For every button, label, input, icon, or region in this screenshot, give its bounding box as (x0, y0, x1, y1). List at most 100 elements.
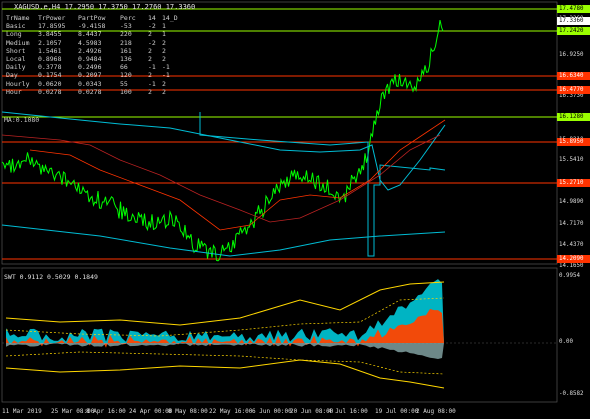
table-cell: Local (6, 55, 26, 64)
table-cell: -1 (162, 71, 170, 80)
table-cell: 2 (148, 87, 152, 96)
price-level-tag: 16.6340 (557, 72, 590, 80)
table-cell: 66 (120, 63, 128, 72)
table-cell: 2 (162, 38, 166, 47)
table-cell: 0.2097 (78, 71, 102, 80)
table-cell: 136 (120, 55, 132, 64)
price-level-tag: 16.1280 (557, 113, 590, 121)
table-cell: 2 (162, 55, 166, 64)
table-cell: 100 (120, 87, 132, 96)
table-cell: 1 (162, 30, 166, 39)
table-cell: 0.9484 (78, 55, 102, 64)
table-cell: Hour (6, 87, 22, 96)
table-cell: 2 (162, 46, 166, 55)
table-cell: Basic (6, 22, 26, 31)
table-cell: Daily (6, 63, 26, 72)
price-level-tag: 16.4770 (557, 86, 590, 94)
table-cell: 2 (148, 46, 152, 55)
time-tick: 20 Jun 08:00 (290, 408, 334, 415)
table-row: Daily 0.3778 0.2496 66 -1 -1 (6, 63, 172, 71)
swt-tick: 0.9954 (559, 273, 580, 279)
table-row: Local 0.8968 0.9484 136 2 2 (6, 55, 172, 63)
indicator-table: TrName TrPower PartPow Perc 14 14_D Basic 17.85… (6, 14, 178, 96)
table-cell: 2 (148, 30, 152, 39)
table-cell: 161 (120, 46, 132, 55)
price-tick: 15.5410 (559, 157, 584, 163)
price-level-tag: 15.8950 (557, 138, 590, 146)
table-cell: -2 (148, 38, 156, 47)
price-tick: 14.1650 (559, 263, 584, 269)
time-tick: 6 Jun 00:00 (252, 408, 292, 415)
table-cell: -2 (148, 22, 156, 31)
table-cell: 17.8595 (38, 22, 66, 31)
table-cell: 0.0620 (38, 79, 62, 88)
time-tick: 8 May 08:00 (168, 408, 208, 415)
price-tick: 14.7170 (559, 221, 584, 227)
table-cell: -53 (120, 22, 132, 31)
time-tick: 2 Aug 08:00 (416, 408, 456, 415)
table-cell: 8.4437 (78, 30, 102, 39)
swt-tick: -0.8582 (559, 391, 584, 397)
table-cell: 0.1754 (38, 71, 62, 80)
table-cell: 4.5983 (78, 38, 102, 47)
price-level-tag: 17.3360 (557, 17, 590, 25)
table-cell: 2 (148, 71, 152, 80)
table-header: TrPower (38, 14, 66, 22)
swt-tick: 0.00 (559, 339, 573, 345)
price-tick: 14.4370 (559, 242, 584, 248)
ma-label: MA:0.1080 (4, 116, 40, 124)
time-tick: 22 May 16:00 (209, 408, 253, 415)
table-cell: Day (6, 71, 18, 80)
time-tick: 8 Apr 16:00 (86, 408, 126, 415)
swt-title: SWT 0.9112 0.5029 0.1849 (4, 273, 98, 281)
price-tick: 14.9890 (559, 199, 584, 205)
table-cell: 2.4926 (78, 46, 102, 55)
table-cell: Short (6, 46, 26, 55)
table-row: Day 0.1754 0.2097 120 2 -1 (6, 71, 172, 79)
price-level-tag: 17.2420 (557, 27, 590, 35)
table-cell: 55 (120, 79, 128, 88)
table-cell: 2.1057 (38, 38, 62, 47)
table-row: Long 3.8455 8.4437 220 2 1 (6, 30, 172, 38)
table-cell: -1 (148, 63, 156, 72)
price-level-tag: 17.4780 (557, 5, 590, 13)
table-cell: Long (6, 30, 22, 39)
time-tick: 4 Jul 16:00 (328, 408, 368, 415)
table-header: PartPow (78, 14, 106, 22)
table-cell: 220 (120, 30, 132, 39)
table-cell: 0.0278 (38, 87, 62, 96)
table-row: Short 1.5461 2.4926 161 2 2 (6, 47, 172, 55)
table-cell: 120 (120, 71, 132, 80)
table-cell: Hourly (6, 79, 30, 88)
table-cell: 218 (120, 38, 132, 47)
table-cell: Medium (6, 38, 30, 47)
time-tick: 11 Mar 2019 (2, 408, 42, 415)
table-cell: 3.8455 (38, 30, 62, 39)
table-cell: 2 (148, 55, 152, 64)
table-header: TrName (6, 14, 30, 22)
chart-title: XAGUSD.e,H4 17.2950 17.3750 17.2760 17.3… (14, 3, 196, 11)
table-cell: 0.8968 (38, 55, 62, 64)
table-cell: -1 (162, 63, 170, 72)
table-cell: 0.3778 (38, 63, 62, 72)
table-cell: 0.2496 (78, 63, 102, 72)
table-cell: 0.0343 (78, 79, 102, 88)
table-header: Perc (120, 14, 136, 22)
table-row: Hour 0.0278 0.0278 100 2 2 (6, 88, 172, 96)
time-tick: 24 Apr 00:00 (129, 408, 173, 415)
table-row: Hourly 0.0620 0.0343 55 -1 2 (6, 80, 172, 88)
table-header: 14 (148, 14, 156, 22)
price-level-tag: 14.2090 (557, 255, 590, 263)
table-row: Medium 2.1057 4.5983 218 -2 2 (6, 39, 172, 47)
table-cell: 1 (162, 22, 166, 31)
table-cell: -1 (148, 79, 156, 88)
price-tick: 16.9250 (559, 52, 584, 58)
table-cell: 2 (162, 87, 166, 96)
time-tick: 19 Jul 00:00 (375, 408, 419, 415)
table-header: 14_D (162, 14, 178, 22)
table-cell: -9.4158 (78, 22, 106, 31)
table-row: Basic 17.8595 -9.4158 -53 -2 1 (6, 22, 172, 30)
price-level-tag: 15.2710 (557, 179, 590, 187)
table-cell: 1.5461 (38, 46, 62, 55)
table-cell: 2 (162, 79, 166, 88)
